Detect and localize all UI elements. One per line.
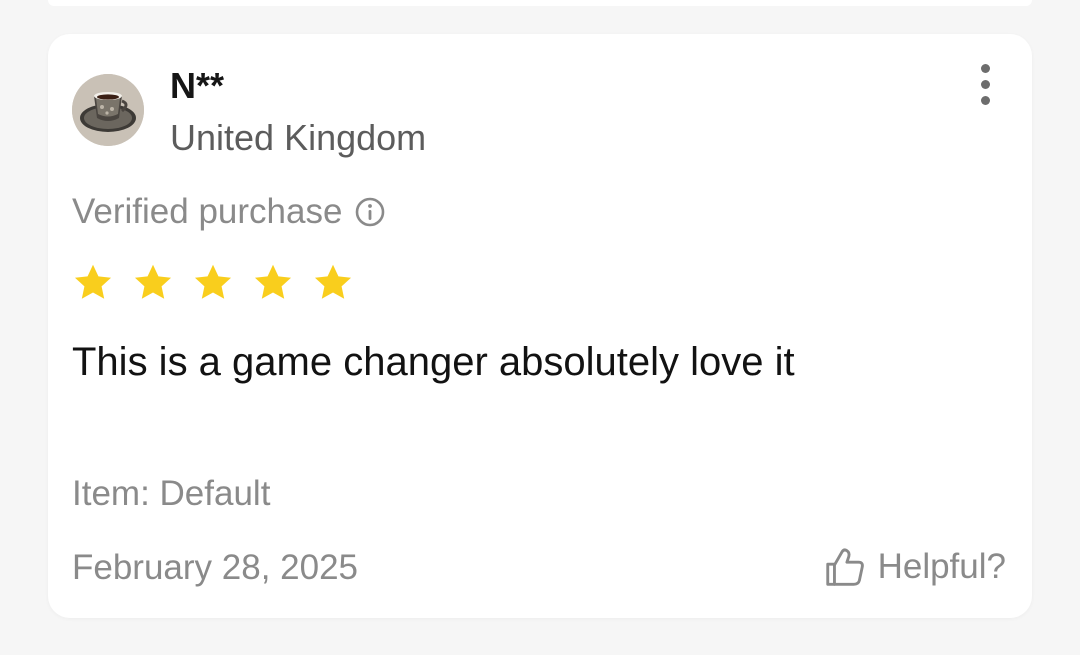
more-options-button[interactable] bbox=[970, 60, 1000, 108]
avatar[interactable] bbox=[72, 74, 144, 146]
star-icon bbox=[194, 264, 232, 299]
info-icon[interactable] bbox=[354, 196, 386, 228]
verified-purchase-row: Verified purchase bbox=[72, 190, 386, 234]
review-text: This is a game changer absolutely love i… bbox=[72, 340, 795, 384]
star-icon bbox=[254, 264, 292, 299]
coffee-cup-avatar bbox=[72, 74, 144, 146]
verified-purchase-label: Verified purchase bbox=[72, 192, 343, 231]
star-icon bbox=[74, 264, 112, 299]
item-variant: Item: Default bbox=[72, 474, 271, 513]
more-vertical-icon bbox=[980, 63, 990, 73]
previous-card-edge bbox=[48, 0, 1032, 6]
helpful-button[interactable]: Helpful? bbox=[822, 544, 1006, 590]
review-card: N** United Kingdom Verified purchase Thi… bbox=[48, 34, 1032, 618]
helpful-label: Helpful? bbox=[877, 547, 1006, 586]
reviewer-country: United Kingdom bbox=[170, 117, 427, 158]
star-icon bbox=[314, 264, 352, 299]
review-date: February 28, 2025 bbox=[72, 548, 359, 587]
reviewer-name: N** bbox=[170, 65, 225, 106]
star-icon bbox=[134, 264, 172, 299]
star-rating bbox=[72, 262, 354, 304]
thumbs-up-icon bbox=[825, 548, 864, 586]
